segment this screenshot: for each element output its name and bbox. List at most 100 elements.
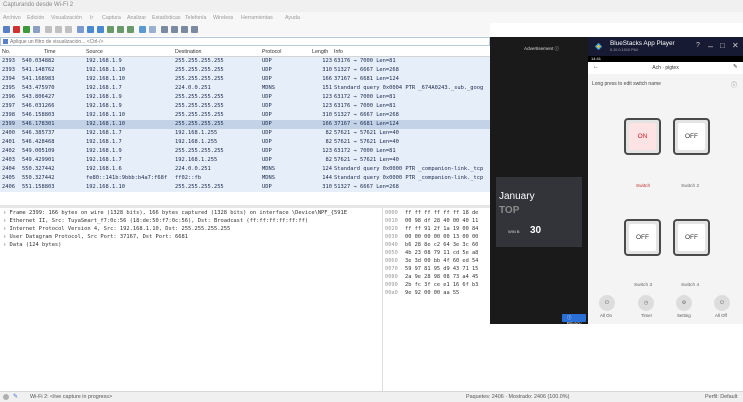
edit-pencil-icon[interactable]: ✎	[733, 64, 738, 70]
cell-src: 192.168.1.7	[86, 157, 122, 163]
colorize-icon[interactable]	[149, 26, 156, 33]
table-row[interactable]: 2402 549.005109 192.168.1.9 255.255.255.255…	[0, 147, 490, 156]
hex-bytes[interactable]: 3e 3d 00 bb 4f 60 ed 54	[405, 258, 478, 264]
table-row[interactable]: 2394 541.168983 192.168.1.10 255.255.255.25…	[0, 75, 490, 84]
column-length[interactable]: Length	[312, 49, 328, 55]
menu-ayuda[interactable]: Ayuda	[285, 15, 300, 21]
menu-captura[interactable]: Captura	[102, 15, 121, 21]
column-destination[interactable]: Destination	[175, 49, 202, 55]
privacy-button[interactable]: ⓘ Privacy	[562, 314, 586, 326]
hex-offset: 0070	[385, 266, 398, 272]
menu-telefonia[interactable]: Telefonía	[185, 15, 207, 21]
zoom-out-icon[interactable]	[171, 26, 178, 33]
table-row[interactable]: 2401 546.428468 192.168.1.7 192.168.1.255 UD…	[0, 138, 490, 147]
table-row[interactable]: 2396 543.806427 192.168.1.9 255.255.255.255…	[0, 93, 490, 102]
hex-bytes[interactable]: ff ff ff ff ff ff 18 de	[405, 210, 478, 216]
menu-ir[interactable]: Ir	[90, 15, 93, 21]
detail-data[interactable]: › Data (124 bytes)	[3, 242, 61, 248]
go-to-packet-icon[interactable]	[107, 26, 114, 33]
options-gear-icon[interactable]	[33, 26, 40, 33]
maximize-icon[interactable]: □	[720, 41, 725, 50]
menu-edicion[interactable]: Edición	[27, 15, 44, 21]
table-row[interactable]: 2405 550.327442 fe80::141b:9bbb:b4a7:f68f f…	[0, 174, 490, 183]
minimize-icon[interactable]: –	[708, 41, 713, 51]
open-file-icon[interactable]	[45, 26, 52, 33]
all-off-power-icon[interactable]: ⏻	[714, 295, 730, 311]
hex-bytes[interactable]: 2b fc 3f ce e1 16 6f b3	[405, 282, 478, 288]
column-source[interactable]: Source	[86, 49, 103, 55]
hex-bytes[interactable]: 2a 9e 28 98 08 73 a4 45	[405, 274, 478, 280]
last-packet-icon[interactable]	[127, 26, 134, 33]
column-info[interactable]: Info	[334, 49, 343, 55]
table-row[interactable]: 2395 543.475970 192.168.1.7 224.0.0.251 MDNS…	[0, 84, 490, 93]
all-on-power-icon[interactable]: ⏻	[599, 295, 615, 311]
cell-info: 63176 → 7000 Len=81	[334, 103, 396, 109]
switch-3-button[interactable]: OFF	[624, 219, 661, 256]
hex-offset: 0000	[385, 210, 398, 216]
capture-comment-icon[interactable]: ✎	[13, 393, 18, 400]
info-icon[interactable]: ⓘ	[731, 80, 737, 89]
normal-size-icon[interactable]	[181, 26, 188, 33]
menu-wireless[interactable]: Wireless	[213, 15, 233, 21]
cell-no: 2393	[2, 67, 15, 73]
zoom-in-icon[interactable]	[161, 26, 168, 33]
cell-len: 166	[322, 76, 332, 82]
menu-visualizacion[interactable]: Visualización	[51, 15, 82, 21]
table-row[interactable]: 2398 546.158803 192.168.1.10 255.255.255.25…	[0, 111, 490, 120]
profile-label[interactable]: Perfil: Default	[705, 394, 737, 400]
table-row[interactable]: 2406 551.158803 192.168.1.10 255.255.255.25…	[0, 183, 490, 192]
hex-bytes[interactable]: 4b 23 08 79 11 cd 5e a8	[405, 250, 478, 256]
hex-bytes[interactable]: ff ff 91 2f 1a 19 00 84	[405, 226, 478, 232]
help-icon[interactable]: ?	[696, 42, 700, 49]
setting-gear-icon[interactable]: ⚙	[676, 295, 692, 311]
table-row[interactable]: 2393 540.034882 192.168.1.9 255.255.255.255…	[0, 57, 490, 66]
table-row[interactable]: 2403 549.429901 192.168.1.7 192.168.1.255 UD…	[0, 156, 490, 165]
hex-bytes[interactable]: b6 28 8e c2 64 3e 3c 60	[405, 242, 478, 248]
find-packet-icon[interactable]	[77, 26, 84, 33]
table-row[interactable]: 2397 546.031266 192.168.1.9 255.255.255.255…	[0, 102, 490, 111]
column-protocol[interactable]: Protocol	[262, 49, 281, 55]
hex-bytes[interactable]: 59 97 81 95 d9 43 71 15	[405, 266, 478, 272]
table-row[interactable]: 2399 546.178301 192.168.1.10 255.255.255.25…	[0, 120, 490, 129]
cell-time: 546.385737	[22, 130, 55, 136]
go-back-icon[interactable]	[87, 26, 94, 33]
switch-4-button[interactable]: OFF	[673, 219, 710, 256]
hex-bytes[interactable]: 00 00 00 00 00 13 00 00	[405, 234, 478, 240]
menu-archivo[interactable]: Archivo	[3, 15, 21, 21]
table-row[interactable]: 2404 550.327442 192.168.1.6 224.0.0.251 MDNS…	[0, 165, 490, 174]
first-packet-icon[interactable]	[117, 26, 124, 33]
close-file-icon[interactable]	[65, 26, 72, 33]
display-filter-input[interactable]	[10, 38, 480, 45]
resize-columns-icon[interactable]	[191, 26, 198, 33]
switch-1-button[interactable]: ON	[624, 118, 661, 155]
table-row[interactable]: 2393 541.148762 192.168.1.10 255.255.255.25…	[0, 66, 490, 75]
autoscroll-icon[interactable]	[139, 26, 146, 33]
hex-bytes[interactable]: 00 98 df 28 40 00 40 11	[405, 218, 478, 224]
detail-ipv4[interactable]: › Internet Protocol Version 4, Src: 192.…	[3, 226, 230, 232]
switch-2-button[interactable]: OFF	[673, 118, 710, 155]
column-no[interactable]: No.	[2, 49, 10, 55]
stop-capture-icon[interactable]	[13, 26, 20, 33]
detail-frame[interactable]: › Frame 2399: 166 bytes on wire (1328 bi…	[3, 210, 347, 216]
hex-bytes[interactable]: 9e 92 00 00 aa 55	[405, 290, 459, 296]
close-icon[interactable]: ✕	[732, 41, 739, 50]
bookmark-filter-icon[interactable]	[3, 39, 8, 44]
column-time[interactable]: Time	[44, 49, 56, 55]
menu-estadisticas[interactable]: Estadísticas	[152, 15, 181, 21]
timer-clock-icon[interactable]: ◷	[638, 295, 654, 311]
restart-capture-icon[interactable]	[23, 26, 30, 33]
ad-subheadline: TOP	[499, 205, 520, 216]
table-row[interactable]: 2400 546.385737 192.168.1.7 192.168.1.255 UD…	[0, 129, 490, 138]
ad-promo-image[interactable]: January TOP WIN B 30	[496, 177, 582, 247]
hex-offset: 0080	[385, 274, 398, 280]
cell-info: 57621 → 57621 Len=40	[334, 130, 399, 136]
menu-analizar[interactable]: Analizar	[127, 15, 146, 21]
expert-info-icon[interactable]	[3, 394, 9, 400]
detail-udp[interactable]: › User Datagram Protocol, Src Port: 3716…	[3, 234, 188, 240]
bluestacks-version: 5.10.0.1010 P64	[610, 48, 638, 52]
detail-ethernet[interactable]: › Ethernet II, Src: TuyaSmart_f7:0c:56 (…	[3, 218, 308, 224]
go-forward-icon[interactable]	[97, 26, 104, 33]
start-capture-icon[interactable]	[3, 26, 10, 33]
menu-herramientas[interactable]: Herramientas	[241, 15, 273, 21]
save-file-icon[interactable]	[55, 26, 62, 33]
